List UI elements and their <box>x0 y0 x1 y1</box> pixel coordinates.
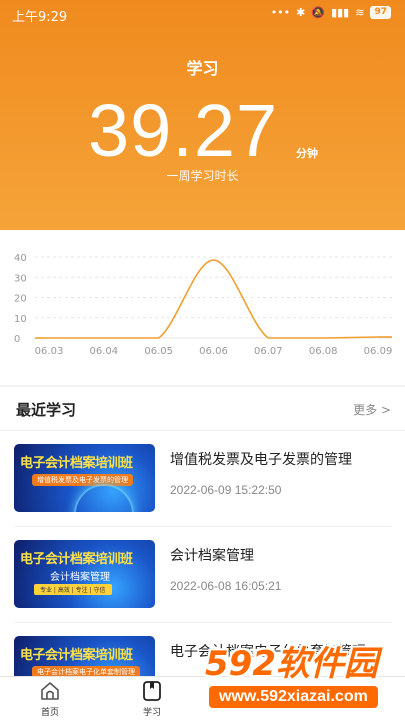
recent-study-header: 最近学习 更多 > <box>0 387 405 431</box>
home-icon <box>41 682 59 700</box>
thumbnail-tags: 专业 | 高效 | 专注 | 守信 <box>34 584 112 595</box>
tab-study[interactable]: 学习 <box>112 677 192 720</box>
status-time: 上午9:29 <box>12 10 68 25</box>
course-thumbnail: 电子会计档案培训班 会计档案管理 专业 | 高效 | 专注 | 守信 <box>14 540 155 608</box>
page-title: 学习 <box>186 59 219 78</box>
thumbnail-title: 电子会计档案培训班 <box>20 648 133 663</box>
thumbnail-subtitle: 增值税发票及电子发票的管理 <box>32 474 133 486</box>
more-link[interactable]: 更多 > <box>353 401 391 418</box>
mute-icon: 🔕 <box>311 6 326 19</box>
thumbnail-decoration <box>74 484 134 512</box>
course-date: 2022-06-08 16:05:21 <box>170 579 282 593</box>
tab-home[interactable]: 首页 <box>10 677 90 720</box>
more-dots-icon: ••• <box>270 6 291 19</box>
watermark-logo: 592软件园 <box>205 644 378 684</box>
y-tick-label: 10 <box>14 314 27 325</box>
weekly-chart: 0 10 20 30 40 06.03 06.04 06.05 06.06 06.07 06.08 0… <box>0 230 405 385</box>
course-title: 增值税发票及电子发票的管理 <box>170 452 352 468</box>
header: 上午9:29 ••• ✱ 🔕 ▮▮▮ ≋ 97 学习 39.27 分钟 一周学习… <box>0 0 405 230</box>
weekly-chart-svg: 0 10 20 30 40 06.03 06.04 06.05 06.06 06.07 06.08 0… <box>14 253 393 357</box>
tab-home-label: 首页 <box>40 708 59 718</box>
total-study-caption: 一周学习时长 <box>166 169 239 183</box>
study-book-icon <box>143 681 161 701</box>
thumbnail-subtitle: 会计档案管理 <box>50 572 110 583</box>
battery-icon: 97 <box>370 6 391 19</box>
x-tick-label: 06.08 <box>309 346 338 357</box>
y-tick-label: 30 <box>14 273 27 284</box>
series-line <box>48 259 379 339</box>
course-thumbnail: 电子会计档案培训班 增值税发票及电子发票的管理 <box>14 444 155 512</box>
y-tick-label: 40 <box>14 253 27 264</box>
watermark-url: www.592xiazai.com <box>209 686 378 708</box>
tab-study-label: 学习 <box>142 708 161 718</box>
recent-study-title: 最近学习 <box>16 401 77 419</box>
wifi-icon: ≋ <box>355 6 365 19</box>
course-thumbnail: 电子会计档案培训班 电子会计档案电子化单套制管理 <box>14 636 155 677</box>
watermark: 592软件园 www.592xiazai.com <box>205 636 400 718</box>
total-study-unit: 分钟 <box>296 147 318 160</box>
recent-study-section: 最近学习 更多 > 电子会计档案培训班 增值税发票及电子发票的管理 增值税发票及… <box>0 387 405 677</box>
x-tick-label: 06.09 <box>364 346 393 357</box>
list-item[interactable]: 电子会计档案培训班 增值税发票及电子发票的管理 增值税发票及电子发票的管理 20… <box>0 431 405 527</box>
thumbnail-title: 电子会计档案培训班 <box>20 456 133 471</box>
x-tick-label: 06.07 <box>254 346 283 357</box>
status-icons: ••• ✱ 🔕 ▮▮▮ ≋ 97 <box>271 6 391 19</box>
signal-icon: ▮▮▮ <box>331 6 350 19</box>
series-area-base <box>35 260 378 338</box>
course-title: 会计档案管理 <box>170 548 254 564</box>
status-bar: 上午9:29 ••• ✱ 🔕 ▮▮▮ ≋ 97 <box>0 0 405 28</box>
x-tick-label: 06.04 <box>90 346 119 357</box>
total-study-value: 39.27 <box>88 89 279 172</box>
x-tick-label: 06.03 <box>35 346 64 357</box>
thumbnail-title: 电子会计档案培训班 <box>20 552 133 567</box>
x-tick-label: 06.06 <box>199 346 228 357</box>
x-tick-label: 06.05 <box>144 346 173 357</box>
list-item[interactable]: 电子会计档案培训班 会计档案管理 专业 | 高效 | 专注 | 守信 会计档案管… <box>0 527 405 623</box>
y-tick-label: 0 <box>14 334 20 345</box>
y-tick-label: 20 <box>14 294 27 305</box>
course-date: 2022-06-09 15:22:50 <box>170 483 282 497</box>
bluetooth-icon: ✱ <box>296 6 306 19</box>
